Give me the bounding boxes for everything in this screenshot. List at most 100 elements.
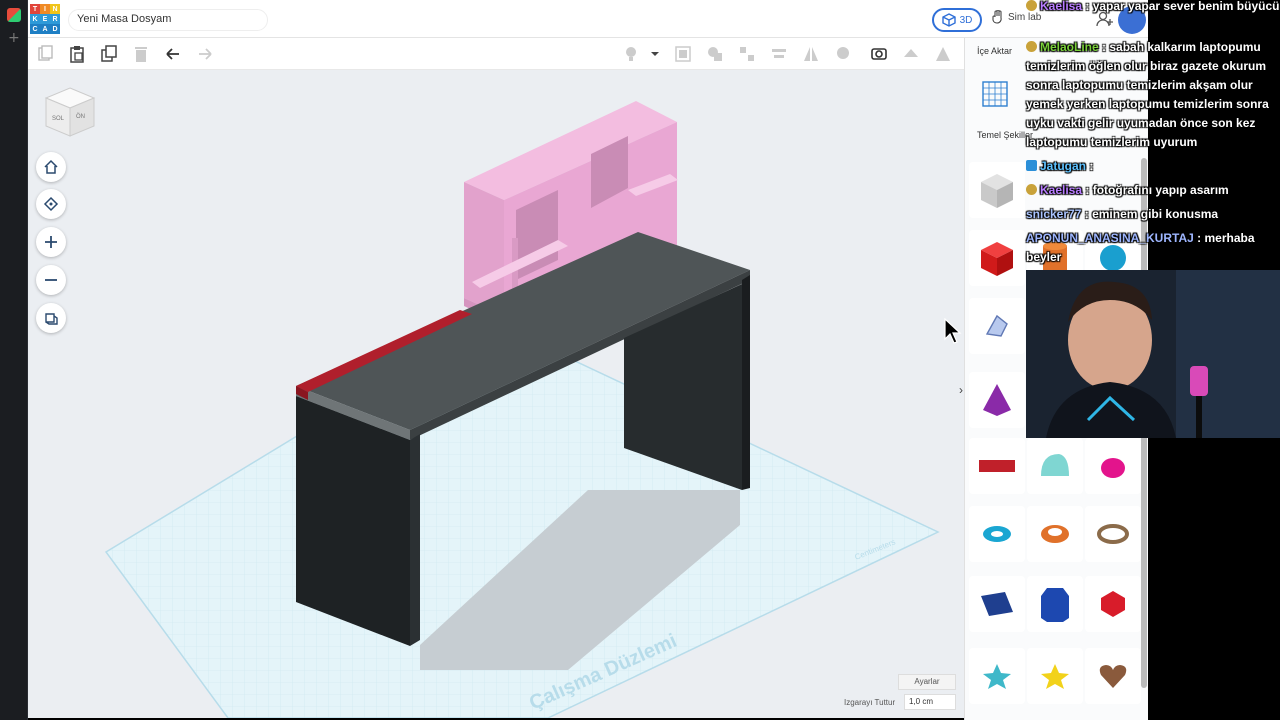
chat-text: : xyxy=(1089,159,1094,173)
cube-icon xyxy=(941,13,956,27)
shape-polygon[interactable] xyxy=(1027,576,1083,632)
left-rail: + xyxy=(0,0,28,720)
snap-grid-select[interactable]: 1,0 cm xyxy=(904,694,956,710)
mouse-cursor-icon xyxy=(944,318,962,344)
perspective-button[interactable] xyxy=(36,303,66,333)
snap-grid-label: Izgarayı Tuttur xyxy=(844,698,896,707)
shape-box-red[interactable] xyxy=(969,230,1025,286)
shape-star-yellow[interactable] xyxy=(1027,648,1083,704)
duplicate-icon[interactable] xyxy=(100,45,118,63)
box-red-icon xyxy=(981,242,1013,276)
delete-icon[interactable] xyxy=(132,45,150,63)
view-cube[interactable]: SOL ÖN xyxy=(42,84,98,140)
zoom-in-button[interactable] xyxy=(36,227,66,257)
chat-user: MelaoLine xyxy=(1040,40,1099,54)
distribute-icon[interactable] xyxy=(770,45,788,63)
chat-message: MelaoLine : sabah kalkarım laptopumu tem… xyxy=(1026,38,1280,152)
shape-tube[interactable] xyxy=(1027,506,1083,562)
plus-icon xyxy=(45,236,57,248)
ring-icon xyxy=(1097,524,1129,544)
scene-3d[interactable]: Çalışma Düzlemi Centimeters xyxy=(28,70,964,718)
chat-message: APONUN_ANASINA_KURTAJ : merhaba beyler xyxy=(1026,229,1280,267)
chat-text: : eminem gibi konusma xyxy=(1084,207,1219,221)
chat-user: Jatugan xyxy=(1040,159,1087,173)
light-bulb-icon[interactable] xyxy=(622,45,640,63)
polygon-icon xyxy=(1041,588,1069,622)
shape-scribble[interactable] xyxy=(969,298,1025,354)
home-view-button[interactable] xyxy=(36,152,66,182)
wedge-icon xyxy=(981,592,1013,616)
cruise-icon[interactable] xyxy=(834,45,852,63)
shape-pyramid[interactable] xyxy=(969,372,1025,428)
shape-paraboloid[interactable] xyxy=(1085,438,1141,494)
desk-leg-left[interactable] xyxy=(296,396,410,646)
tinkercad-logo[interactable]: TIN KER CAD xyxy=(30,4,60,34)
webcam-feed xyxy=(1026,270,1280,438)
zoom-out-button[interactable] xyxy=(36,265,66,295)
torus-icon xyxy=(983,526,1011,542)
ungroup-icon[interactable] xyxy=(738,45,756,63)
shape-box-striped[interactable] xyxy=(969,162,1025,218)
box-striped-icon xyxy=(981,174,1013,208)
star-yellow-icon xyxy=(1041,664,1069,689)
streamer-image xyxy=(1026,270,1280,438)
chat-message: Kaelisa : fotoğrafını yapıp asarım xyxy=(1026,181,1280,200)
app-icon[interactable] xyxy=(7,8,21,22)
icosahedron-icon xyxy=(1101,591,1125,617)
shape-torus[interactable] xyxy=(969,506,1025,562)
text-shape-icon xyxy=(979,460,1015,472)
shape-text[interactable] xyxy=(969,438,1025,494)
export-icon[interactable] xyxy=(934,45,952,63)
heart-icon xyxy=(1099,665,1127,688)
chevron-down-icon[interactable] xyxy=(650,45,660,63)
fit-icon xyxy=(43,196,59,212)
hand-icon xyxy=(992,10,1002,24)
settings-button[interactable]: Ayarlar xyxy=(898,674,956,690)
shape-wedge[interactable] xyxy=(969,576,1025,632)
badge-icon xyxy=(1026,41,1037,52)
undo-icon[interactable] xyxy=(164,45,182,63)
mirror-icon[interactable] xyxy=(802,45,820,63)
redo-icon[interactable] xyxy=(196,45,214,63)
scribble-icon xyxy=(985,314,1008,337)
toolbar xyxy=(28,38,964,70)
badge-icon xyxy=(1026,0,1037,11)
screen: { "app": { "document_title": "Yeni Masa … xyxy=(0,0,1280,720)
add-icon[interactable]: + xyxy=(8,30,20,46)
copy-icon[interactable] xyxy=(36,45,54,63)
half-sphere-icon xyxy=(1041,454,1069,476)
shape-star-teal[interactable] xyxy=(969,648,1025,704)
pyramid-icon xyxy=(983,384,1011,416)
shape-half-sphere[interactable] xyxy=(1027,438,1083,494)
chat-message: snicker77 : eminem gibi konusma xyxy=(1026,205,1280,224)
view-3d-button[interactable]: 3D xyxy=(932,8,982,32)
import-button[interactable]: İçe Aktar xyxy=(977,46,1012,56)
chat-user: Kaelisa xyxy=(1040,0,1083,13)
paraboloid-icon xyxy=(1101,458,1125,478)
workplane-icon[interactable] xyxy=(902,45,920,63)
chat-message: Kaelisa : yapar yapar sever benim büyücü xyxy=(1026,0,1280,16)
fit-view-button[interactable] xyxy=(36,189,66,219)
shape-icosahedron[interactable] xyxy=(1085,576,1141,632)
align-icon[interactable] xyxy=(674,45,692,63)
viewcube-left-label: SOL xyxy=(52,116,65,122)
paste-icon[interactable] xyxy=(68,45,86,63)
group-icon[interactable] xyxy=(706,45,724,63)
panel-toggle-icon[interactable]: › xyxy=(959,383,963,397)
shape-category-select[interactable]: Temel Şekiller xyxy=(977,130,1033,140)
home-icon xyxy=(44,159,58,174)
top-bar: TIN KER CAD Yeni Masa Dosyam 3D Sim lab xyxy=(28,0,1148,38)
shape-ring[interactable] xyxy=(1085,506,1141,562)
chat-text: : fotoğrafını yapıp asarım xyxy=(1085,183,1229,197)
shape-heart[interactable] xyxy=(1085,648,1141,704)
document-title[interactable]: Yeni Masa Dosyam xyxy=(68,9,268,31)
workplane-viewport[interactable]: Çalışma Düzlemi Centimeters SOL ÖN Ayarl… xyxy=(28,70,964,718)
ruler-icon[interactable] xyxy=(870,45,888,63)
perspective-icon xyxy=(45,313,58,325)
tube-icon xyxy=(1041,525,1069,543)
star-teal-icon xyxy=(983,664,1011,689)
badge-icon xyxy=(1026,184,1037,195)
workplane-grid-icon[interactable] xyxy=(981,80,1009,108)
minus-icon xyxy=(45,279,57,281)
view-3d-label: 3D xyxy=(959,14,973,26)
